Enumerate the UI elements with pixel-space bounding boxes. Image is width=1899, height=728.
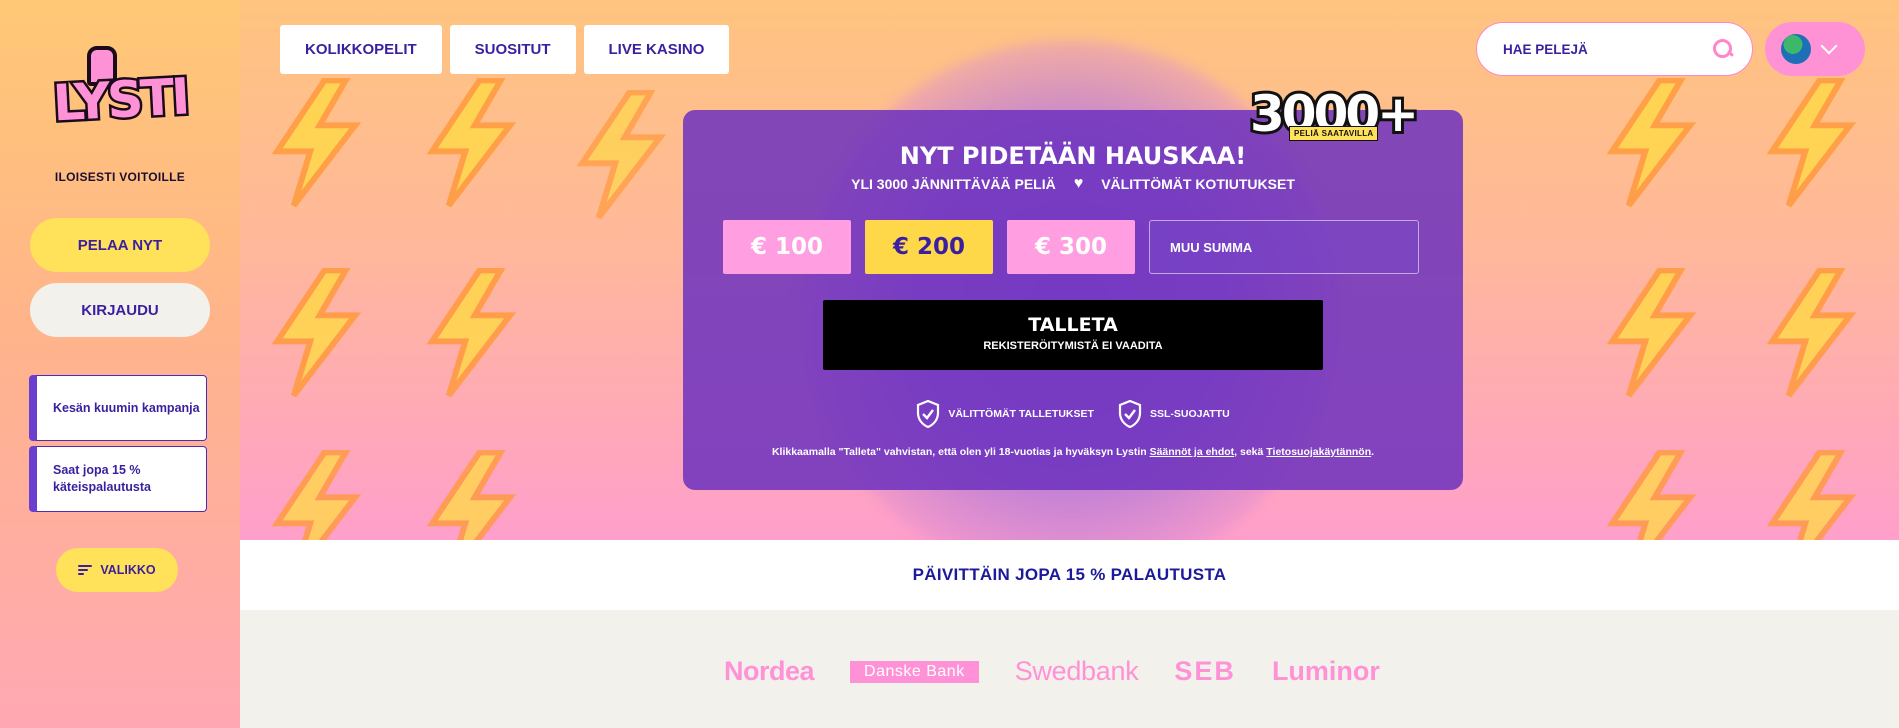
menu-label: VALIKKO <box>100 563 156 577</box>
nav-live-casino[interactable]: LIVE KASINO <box>583 25 730 74</box>
lightning-icon <box>1750 77 1870 208</box>
trust-label: SSL-SUOJATTU <box>1149 408 1230 420</box>
nordea-logo: Nordea <box>724 656 815 686</box>
nav-slots[interactable]: KOLIKKOPELIT <box>280 25 442 74</box>
promo-cashback[interactable]: Saat jopa 15 % käteispalautusta <box>29 446 207 512</box>
shield-check-icon <box>917 400 940 428</box>
legal-prefix: Klikkaamalla "Talleta" vahvistan, että o… <box>771 446 1150 458</box>
chevron-down-icon <box>1820 37 1838 55</box>
search-box <box>1476 22 1753 76</box>
trust-ssl: SSL-SUOJATTU <box>1118 400 1230 428</box>
subtitle-games: YLI 3000 JÄNNITTÄVÄÄ PELIÄ <box>851 176 1056 192</box>
deposit-button[interactable]: TALLETA REKISTERÖITYMISTÄ EI VAADITA <box>823 300 1323 370</box>
heart-icon: ♥ <box>1073 175 1084 192</box>
trust-label: VÄLITTÖMÄT TALLETUKSET <box>948 408 1094 420</box>
badge-caption: PELIÄ SAATAVILLA <box>1289 126 1379 141</box>
bank-logos: Nordea Danske Bank Swedbank SEB Luminor <box>240 610 1899 728</box>
globe-icon <box>1781 34 1811 64</box>
trust-badges: VÄLITTÖMÄT TALLETUKSET SSL-SUOJATTU <box>683 400 1463 428</box>
lysti-logo[interactable]: LYSTI <box>47 46 193 142</box>
search-icon[interactable] <box>1712 38 1734 60</box>
lightning-icon <box>255 267 375 398</box>
games-count-badge: 3000+ PELIÄ SAATAVILLA <box>1247 83 1422 146</box>
deposit-button-sub: REKISTERÖITYMISTÄ EI VAADITA <box>983 340 1163 352</box>
lightning-icon <box>255 77 375 208</box>
hero: KOLIKKOPELIT SUOSITUT LIVE KASINO NYT PI… <box>240 0 1899 540</box>
promo-summer-campaign[interactable]: Kesän kuumin kampanja <box>29 375 207 441</box>
top-nav: KOLIKKOPELIT SUOSITUT LIVE KASINO <box>280 25 730 74</box>
privacy-link[interactable]: Tietosuojakäytännön <box>1266 446 1371 458</box>
logo-text: LYSTI <box>49 65 191 135</box>
deposit-button-label: TALLETA <box>1028 314 1118 336</box>
seb-logo: SEB <box>1174 656 1236 686</box>
lightning-icon <box>560 89 680 220</box>
legal-text: Klikkaamalla "Talleta" vahvistan, että o… <box>683 446 1463 458</box>
terms-link[interactable]: Säännöt ja ehdot <box>1150 446 1235 458</box>
danske-bank-logo: Danske Bank <box>850 660 979 683</box>
login-button[interactable]: KIRJAUDU <box>30 283 210 337</box>
amount-options: € 100 € 200 € 300 <box>723 220 1419 274</box>
lightning-icon <box>1590 449 1710 540</box>
amount-100-button[interactable]: € 100 <box>723 220 851 274</box>
amount-200-button[interactable]: € 200 <box>865 220 993 274</box>
menu-button[interactable]: VALIKKO <box>56 548 178 592</box>
deposit-subtitle: YLI 3000 JÄNNITTÄVÄÄ PELIÄ ♥ VÄLITTÖMÄT … <box>683 175 1463 193</box>
lightning-icon <box>410 267 530 398</box>
luminor-logo: Luminor <box>1271 656 1380 686</box>
language-selector[interactable] <box>1765 22 1865 76</box>
cashback-strip[interactable]: PÄIVITTÄIN JOPA 15 % PALAUTUSTA <box>240 540 1899 610</box>
lightning-icon <box>410 449 530 540</box>
lightning-icon <box>1750 267 1870 398</box>
search-input[interactable] <box>1503 41 1712 57</box>
other-amount-input[interactable] <box>1170 239 1418 255</box>
lightning-icon <box>410 77 530 208</box>
nav-popular[interactable]: SUOSITUT <box>449 25 576 74</box>
play-now-button[interactable]: PELAA NYT <box>30 218 210 272</box>
trust-instant-deposits: VÄLITTÖMÄT TALLETUKSET <box>916 400 1094 428</box>
legal-mid: , sekä <box>1234 446 1267 458</box>
other-amount-field <box>1149 220 1419 274</box>
hamburger-icon <box>78 565 93 575</box>
lightning-icon <box>1590 267 1710 398</box>
sidebar: LYSTI ILOISESTI VOITOILLE PELAA NYT KIRJ… <box>0 0 240 728</box>
amount-300-button[interactable]: € 300 <box>1007 220 1135 274</box>
shield-check-icon <box>1118 400 1142 428</box>
lightning-icon <box>255 449 375 540</box>
swedbank-logo: Swedbank <box>1014 656 1139 686</box>
subtitle-withdrawals: VÄLITTÖMÄT KOTIUTUKSET <box>1101 176 1295 192</box>
deposit-title: NYT PIDETÄÄN HAUSKAA! <box>899 142 1247 170</box>
tagline: ILOISESTI VOITOILLE <box>54 170 186 184</box>
legal-suffix: . <box>1371 446 1375 458</box>
lightning-icon <box>1590 77 1710 208</box>
deposit-card: NYT PIDETÄÄN HAUSKAA! YLI 3000 JÄNNITTÄV… <box>683 110 1463 490</box>
lightning-icon <box>1750 449 1870 540</box>
